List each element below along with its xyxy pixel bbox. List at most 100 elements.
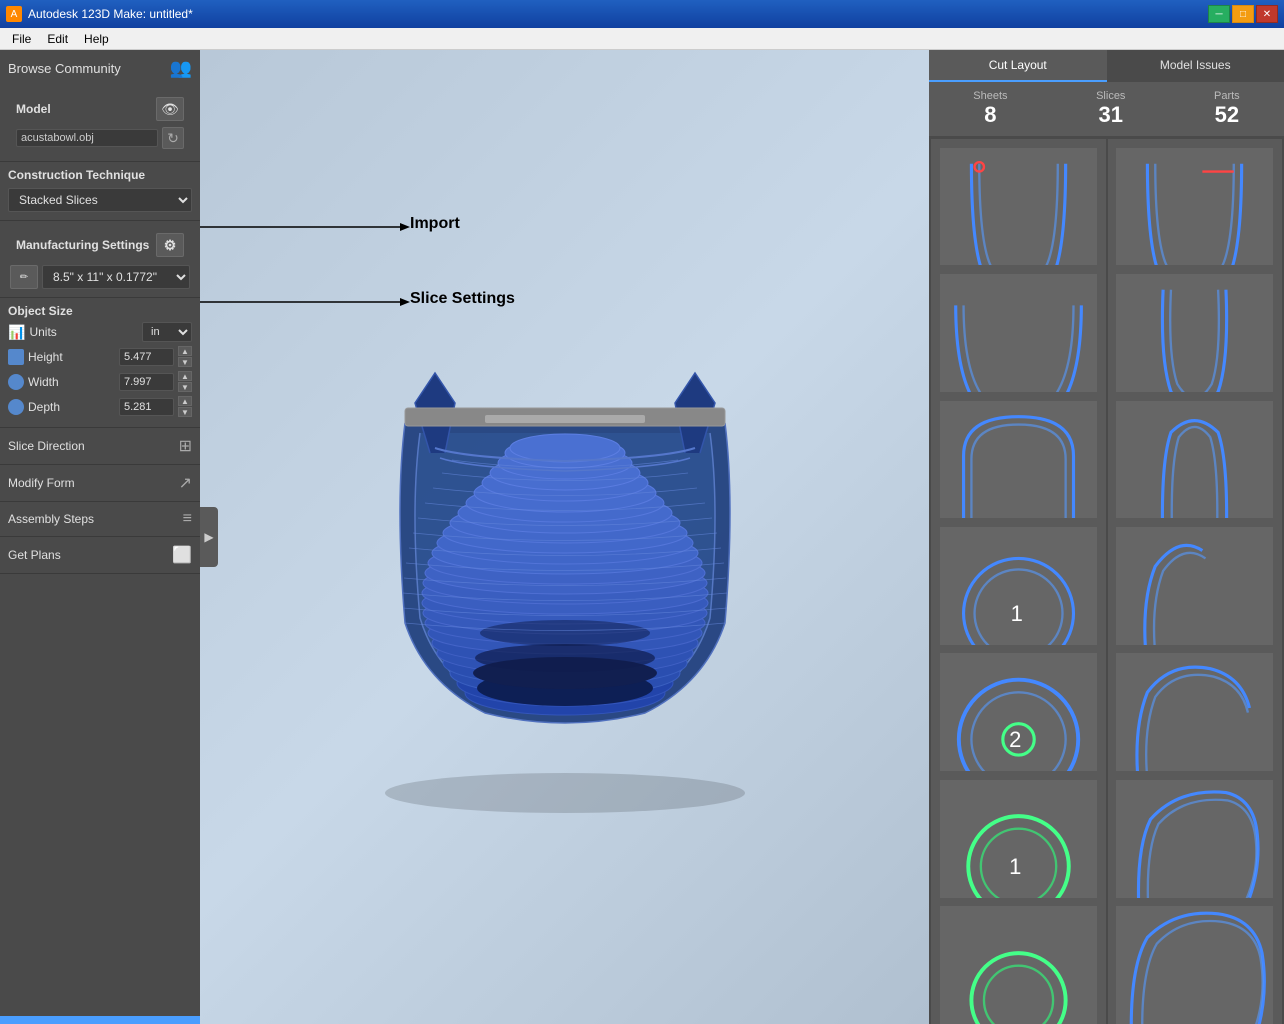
browse-community-icon: 👥 [170, 58, 192, 79]
slices-label: Slices [1096, 90, 1125, 102]
menu-bar: File Edit Help [0, 28, 1284, 50]
manufacturing-preset-row: ✏ 8.5" x 11" x 0.1772" [8, 263, 192, 291]
height-row: Height ▲ ▼ [8, 346, 192, 367]
depth-row: Depth ▲ ▼ [8, 396, 192, 417]
slice-direction-label: Slice Direction [8, 439, 85, 453]
menu-help[interactable]: Help [76, 30, 117, 48]
depth-icon [8, 399, 24, 415]
parts-label: Parts [1214, 90, 1240, 102]
width-stepper[interactable]: ▲ ▼ [178, 371, 192, 392]
slice-direction-row[interactable]: Slice Direction ⊞ [0, 428, 200, 465]
depth-label: Depth [28, 400, 115, 414]
depth-up-button[interactable]: ▲ [178, 396, 192, 406]
right-tabs: Cut Layout Model Issues [929, 50, 1284, 82]
parts-value: 52 [1214, 102, 1240, 128]
app-icon: A [6, 6, 22, 22]
height-down-button[interactable]: ▼ [178, 357, 192, 367]
units-label: Units [29, 325, 138, 339]
height-up-button[interactable]: ▲ [178, 346, 192, 356]
slice-direction-icon: ⊞ [179, 436, 192, 456]
cut-cell-13[interactable] [931, 898, 1106, 1024]
construction-technique-label: Construction Technique [8, 168, 192, 182]
manufacturing-settings-button[interactable]: ⚙ [156, 233, 184, 257]
assembly-steps-label: Assembly Steps [8, 512, 94, 526]
title-bar: A Autodesk 123D Make: untitled* ─ □ ✕ [0, 0, 1284, 28]
cut-layout-grid: 1 2 [929, 137, 1284, 1024]
units-icon: 📊 [8, 324, 25, 341]
import-label: Import [410, 215, 460, 232]
viewport[interactable]: ▶ Import Slice Settings [200, 50, 929, 1024]
width-row: Width ▲ ▼ [8, 371, 192, 392]
model-label: Model [16, 102, 51, 116]
width-input[interactable] [119, 373, 174, 391]
get-plans-label: Get Plans [8, 548, 61, 562]
get-plans-icon: ⬜ [172, 545, 192, 565]
width-down-button[interactable]: ▼ [178, 382, 192, 392]
model-section: Model 👁 acustabowl.obj ↻ [0, 87, 200, 162]
right-panel: Cut Layout Model Issues Sheets 8 Slices … [929, 50, 1284, 1024]
units-row: 📊 Units in [8, 322, 192, 342]
get-plans-row[interactable]: Get Plans ⬜ [0, 537, 200, 574]
construction-technique-dropdown[interactable]: Stacked Slices [8, 188, 192, 212]
assembly-steps-icon: ≡ [183, 510, 192, 528]
svg-text:1: 1 [1010, 601, 1022, 626]
cut-cell-14[interactable] [1108, 898, 1283, 1024]
manufacturing-label: Manufacturing Settings [16, 238, 149, 252]
object-size-section: Object Size 📊 Units in Height ▲ ▼ [0, 298, 200, 428]
height-icon [8, 349, 24, 365]
3d-model [305, 303, 825, 823]
depth-stepper[interactable]: ▲ ▼ [178, 396, 192, 417]
parts-stat: Parts 52 [1214, 90, 1240, 128]
width-icon [8, 374, 24, 390]
sheets-label: Sheets [973, 90, 1007, 102]
import-annotation: Import [410, 215, 460, 233]
depth-input[interactable] [119, 398, 174, 416]
height-label: Height [28, 350, 115, 364]
width-label: Width [28, 375, 115, 389]
manufacturing-header: Manufacturing Settings ⚙ [8, 227, 192, 263]
menu-edit[interactable]: Edit [39, 30, 76, 48]
menu-file[interactable]: File [4, 30, 39, 48]
svg-text:2: 2 [1009, 728, 1021, 753]
modify-form-row[interactable]: Modify Form ↗ [0, 465, 200, 502]
browse-community-button[interactable]: Browse Community 👥 [0, 50, 200, 87]
object-size-title: Object Size [8, 304, 192, 318]
model-file-display: acustabowl.obj [16, 129, 158, 147]
active-indicator [0, 1016, 200, 1024]
width-up-button[interactable]: ▲ [178, 371, 192, 381]
browse-community-label: Browse Community [8, 61, 121, 76]
sidebar: Browse Community 👥 Model 👁 acustabowl.ob… [0, 50, 200, 1024]
units-dropdown[interactable]: in [142, 322, 192, 342]
model-row: Model 👁 [8, 93, 192, 125]
model-svg [305, 303, 825, 823]
sheets-value: 8 [973, 102, 1007, 128]
svg-text:1: 1 [1009, 854, 1021, 879]
slices-stat: Slices 31 [1096, 90, 1125, 128]
tab-cut-layout[interactable]: Cut Layout [929, 50, 1107, 82]
import-arrow [200, 217, 410, 237]
window-controls: ─ □ ✕ [1208, 5, 1278, 23]
sheets-stat: Sheets 8 [973, 90, 1007, 128]
stats-row: Sheets 8 Slices 31 Parts 52 [929, 82, 1284, 137]
manufacturing-preset-dropdown[interactable]: 8.5" x 11" x 0.1772" [42, 265, 190, 289]
depth-down-button[interactable]: ▼ [178, 407, 192, 417]
tab-model-issues[interactable]: Model Issues [1107, 50, 1284, 82]
construction-section: Construction Technique Stacked Slices [0, 162, 200, 221]
close-button[interactable]: ✕ [1256, 5, 1278, 23]
assembly-steps-row[interactable]: Assembly Steps ≡ [0, 502, 200, 537]
model-refresh-button[interactable]: ↻ [162, 127, 184, 149]
collapse-panel-button[interactable]: ▶ [200, 507, 218, 567]
minimize-button[interactable]: ─ [1208, 5, 1230, 23]
height-input[interactable] [119, 348, 174, 366]
maximize-button[interactable]: □ [1232, 5, 1254, 23]
model-view-button[interactable]: 👁 [156, 97, 184, 121]
manufacturing-section: Manufacturing Settings ⚙ ✏ 8.5" x 11" x … [0, 221, 200, 298]
modify-form-icon: ↗ [179, 473, 192, 493]
height-stepper[interactable]: ▲ ▼ [178, 346, 192, 367]
window-title: Autodesk 123D Make: untitled* [28, 7, 1208, 21]
manufacturing-preset-icon: ✏ [10, 265, 38, 289]
app-body: Browse Community 👥 Model 👁 acustabowl.ob… [0, 50, 1284, 1024]
slices-value: 31 [1096, 102, 1125, 128]
file-input-row: acustabowl.obj ↻ [8, 125, 192, 155]
modify-form-label: Modify Form [8, 476, 75, 490]
